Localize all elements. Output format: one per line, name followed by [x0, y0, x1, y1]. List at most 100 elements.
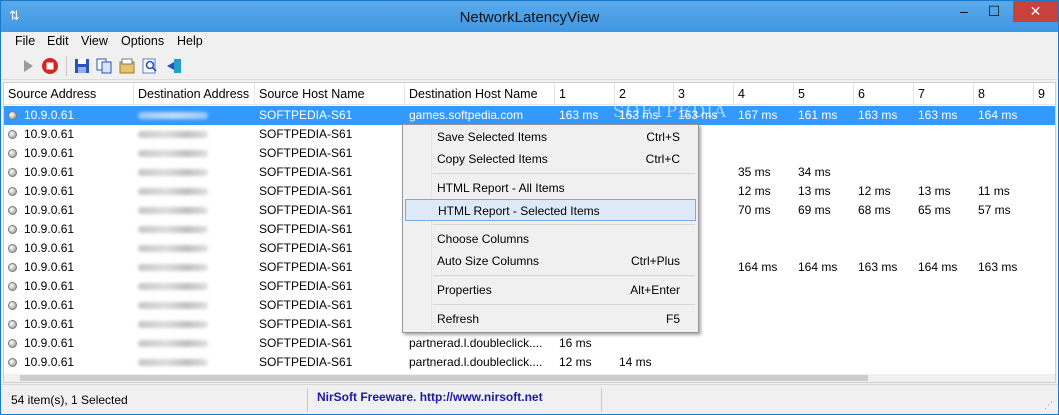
window-title: NetworkLatencyView — [459, 9, 600, 26]
cell-source-host: SOFTPEDIA-S61 — [259, 317, 353, 331]
watermark: SOFTPEDIA — [613, 102, 728, 122]
menu-item-properties[interactable]: Properties Alt+Enter — [405, 279, 696, 301]
close-button[interactable]: ✕ — [1013, 1, 1058, 22]
cell-latency-5: 69 ms — [798, 203, 831, 217]
table-row[interactable]: 10.9.0.61 SOFTPEDIA-S61 partnerad.l.double… — [4, 334, 1055, 353]
cell-latency-2: 14 ms — [619, 355, 652, 369]
column-9[interactable]: 9 — [1034, 83, 1055, 105]
cell-source-host: SOFTPEDIA-S61 — [259, 203, 353, 217]
cell-latency-8: 164 ms — [978, 108, 1018, 122]
column-destination-address[interactable]: Destination Address — [134, 83, 255, 105]
status-dot-icon — [8, 320, 17, 329]
resize-grip[interactable]: ⋰ — [1044, 400, 1054, 410]
cell-latency-9 — [1034, 334, 1055, 353]
table-row[interactable]: 10.9.0.61 SOFTPEDIA-S61 partnerad.l.double… — [4, 353, 1055, 372]
cell-latency-4: 35 ms — [738, 165, 771, 179]
cell-latency-6 — [854, 163, 914, 182]
column-5[interactable]: 5 — [794, 83, 854, 105]
find-icon[interactable] — [141, 57, 159, 75]
menu-view[interactable]: View — [81, 34, 108, 48]
exit-icon[interactable] — [165, 57, 183, 75]
cell-latency-6: 163 ms — [858, 260, 898, 274]
save-icon[interactable] — [73, 57, 91, 75]
cell-latency-9 — [1034, 106, 1055, 125]
maximize-button[interactable]: ☐ — [979, 1, 1009, 22]
cell-source-host: SOFTPEDIA-S61 — [259, 355, 353, 369]
app-window: ⇅ NetworkLatencyView – ☐ ✕ File Edit Vie… — [0, 0, 1059, 415]
menu-item-refresh[interactable]: Refresh F5 — [405, 308, 696, 330]
column-6[interactable]: 6 — [854, 83, 914, 105]
cell-latency-7 — [914, 277, 974, 296]
cell-latency-5 — [794, 353, 854, 372]
horizontal-scrollbar[interactable] — [4, 374, 1055, 382]
cell-latency-9 — [1034, 296, 1055, 315]
cell-latency-7: 65 ms — [918, 203, 951, 217]
status-dot-icon — [8, 111, 17, 120]
cell-destination-address — [134, 182, 255, 201]
scrollbar-thumb[interactable] — [20, 375, 868, 381]
menu-help[interactable]: Help — [177, 34, 203, 48]
menu-bar: File Edit View Options Help — [1, 32, 1058, 52]
column-source-address[interactable]: Source Address — [4, 83, 134, 105]
start-icon[interactable] — [19, 57, 37, 75]
cell-latency-9 — [1034, 258, 1055, 277]
cell-source-address: 10.9.0.61 — [24, 355, 75, 369]
menu-item-html-report-selected[interactable]: HTML Report - Selected Items — [405, 199, 696, 221]
column-4[interactable]: 4 — [734, 83, 794, 105]
stop-icon[interactable] — [41, 57, 59, 75]
nirsoft-link[interactable]: NirSoft Freeware. http://www.nirsoft.net — [317, 390, 543, 404]
copy-icon[interactable] — [95, 57, 113, 75]
cell-destination-host: games.softpedia.com — [409, 108, 524, 122]
cell-latency-4 — [734, 353, 794, 372]
status-dot-icon — [8, 244, 17, 253]
cell-latency-9 — [1034, 220, 1055, 239]
menu-item-auto-size-columns[interactable]: Auto Size Columns Ctrl+Plus — [405, 250, 696, 272]
cell-latency-4 — [734, 296, 794, 315]
table-row[interactable]: 10.9.0.61 SOFTPEDIA-S61 games.softpedia.co… — [4, 106, 1055, 125]
cell-latency-6 — [854, 334, 914, 353]
cell-latency-5 — [794, 239, 854, 258]
status-dot-icon — [8, 282, 17, 291]
title-bar[interactable]: ⇅ NetworkLatencyView – ☐ ✕ — [1, 1, 1058, 32]
cell-latency-9 — [1034, 239, 1055, 258]
status-bar: 54 item(s), 1 Selected NirSoft Freeware.… — [1, 384, 1058, 414]
menu-item-choose-columns[interactable]: Choose Columns — [405, 228, 696, 250]
column-7[interactable]: 7 — [914, 83, 974, 105]
column-1[interactable]: 1 — [555, 83, 615, 105]
cell-latency-5: 13 ms — [798, 184, 831, 198]
properties-icon[interactable] — [118, 57, 136, 75]
menu-item-copy-selected[interactable]: Copy Selected Items Ctrl+C — [405, 148, 696, 170]
menu-edit[interactable]: Edit — [47, 34, 69, 48]
cell-latency-3 — [674, 334, 734, 353]
column-source-host[interactable]: Source Host Name — [255, 83, 405, 105]
redacted-address — [138, 150, 208, 157]
cell-latency-4: 164 ms — [738, 260, 778, 274]
cell-latency-8 — [974, 353, 1034, 372]
menu-item-html-report-all[interactable]: HTML Report - All Items — [405, 177, 696, 199]
redacted-address — [138, 321, 208, 328]
cell-latency-5: 161 ms — [798, 108, 838, 122]
minimize-button[interactable]: – — [949, 1, 979, 22]
cell-source-host: SOFTPEDIA-S61 — [259, 165, 353, 179]
menu-item-save-selected[interactable]: Save Selected Items Ctrl+S — [405, 126, 696, 148]
cell-latency-8 — [974, 296, 1034, 315]
redacted-address — [138, 207, 208, 214]
cell-latency-9 — [1034, 144, 1055, 163]
cell-destination-host: partnerad.l.doubleclick.... — [409, 355, 543, 369]
cell-latency-8: 163 ms — [978, 260, 1018, 274]
status-separator — [307, 388, 308, 412]
cell-destination-address — [134, 220, 255, 239]
cell-latency-8: 57 ms — [978, 203, 1011, 217]
menu-file[interactable]: File — [15, 34, 35, 48]
redacted-address — [138, 112, 208, 119]
menu-options[interactable]: Options — [121, 34, 164, 48]
cell-latency-8 — [974, 277, 1034, 296]
cell-destination-address — [134, 258, 255, 277]
status-separator — [601, 388, 602, 412]
cell-latency-5: 34 ms — [798, 165, 831, 179]
column-8[interactable]: 8 — [974, 83, 1034, 105]
status-dot-icon — [8, 301, 17, 310]
cell-destination-address — [134, 334, 255, 353]
cell-destination-address — [134, 163, 255, 182]
column-destination-host[interactable]: Destination Host Name — [405, 83, 555, 105]
